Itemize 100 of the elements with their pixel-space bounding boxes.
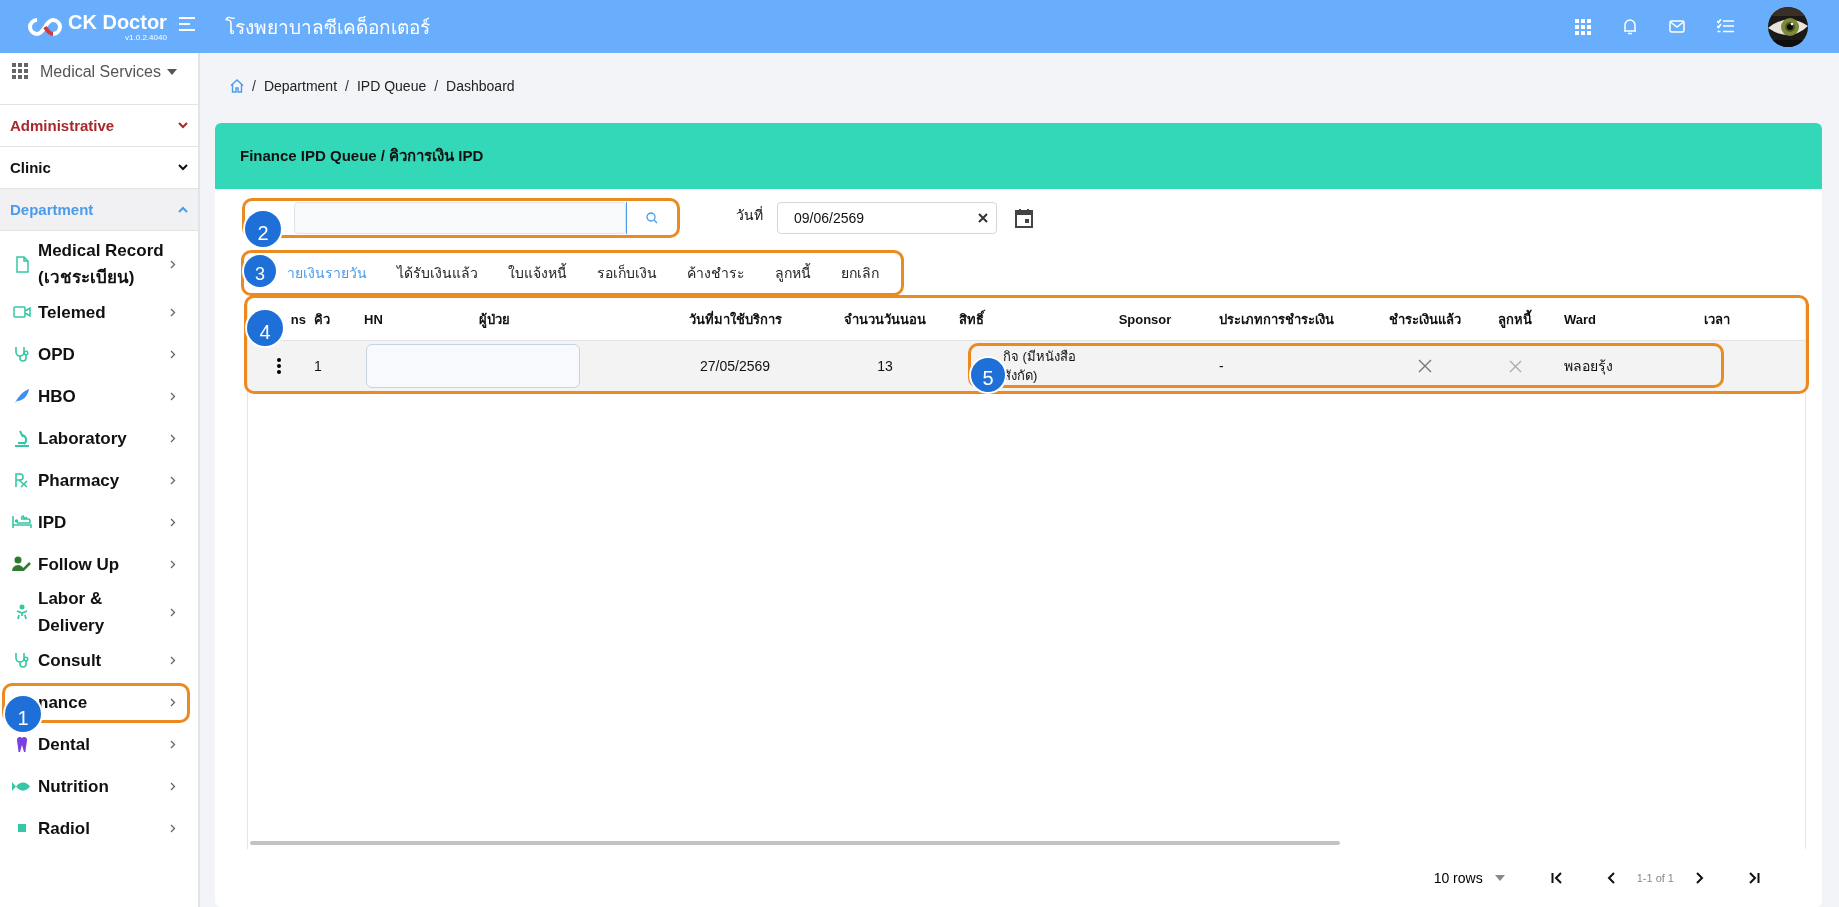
chevron-right-icon [170,739,176,749]
chevron-up-icon [178,206,188,213]
fish-icon [12,780,32,792]
stethoscope-icon [14,346,30,362]
breadcrumb-link[interactable]: Dashboard [446,78,515,94]
next-page-icon[interactable] [1696,872,1704,884]
menu-item[interactable]: Follow Up [38,550,164,578]
chevron-right-icon [170,697,176,707]
chevron-right-icon [170,307,176,317]
table-cell-text: 27/05/2569 [698,358,772,374]
checklist-icon[interactable] [1717,19,1734,34]
breadcrumb-separator: / [345,78,349,94]
breadcrumb-link[interactable]: IPD Queue [356,78,427,94]
column-header: ลูกหนี้ [1497,308,1533,330]
search-icon [645,212,658,224]
video-camera-icon [13,306,31,318]
table-cell-text: - [1218,358,1225,374]
apps-icon[interactable] [1575,18,1591,35]
chevron-down-icon [178,164,188,171]
chevron-right-icon [170,475,176,485]
column-header: ผู้ป่วย [478,310,511,330]
tab[interactable]: ได้รับเงินแล้ว [382,258,493,288]
prescription-icon [15,472,29,488]
section-label: Department [10,201,94,218]
scrollbar[interactable] [250,841,1340,845]
chevron-right-icon [170,391,176,401]
logo-icon [28,15,62,38]
callout-badge: 4 [247,310,283,346]
chevron-right-icon [170,655,176,665]
menu-item[interactable]: nance [38,688,164,716]
breadcrumb-separator: / [434,78,439,94]
callout-badge: 3 [244,255,276,287]
menu-item[interactable]: OPD [38,340,164,368]
menu-item[interactable]: HBO [38,382,164,410]
page-range: 1-1 of 1 [1636,872,1674,884]
search-field[interactable] [294,202,626,234]
date-field[interactable]: 09/06/2569 [777,202,997,234]
home-icon[interactable] [230,79,244,93]
date-label: วันที่ [736,205,763,225]
column-header: จำนวนวันนอน [843,310,927,329]
baby-icon [16,604,28,620]
microscope-icon [14,429,30,447]
tab[interactable]: ยกเลิก [826,258,894,288]
section-label: Clinic [10,159,51,176]
menu-item[interactable]: Telemed [38,298,164,326]
version-label: v1.0.2.4040 [125,34,167,42]
section-label: Administrative [10,117,115,134]
menu-item[interactable]: Nutrition [38,772,164,800]
tab[interactable]: ใบแจ้งหนี้ [493,258,582,288]
hospital-title: โรงพยาบาลซีเคด็อกเตอร์ [225,15,430,40]
stethoscope-icon [14,652,30,668]
column-header: เวลา [1703,310,1731,329]
card-title: Finance IPD Queue / คิวการเงิน IPD [240,146,484,166]
menu-icon[interactable] [178,16,197,31]
menu-item[interactable]: IPD [38,508,164,536]
user-edit-icon [12,556,32,572]
document-icon [15,255,29,273]
tab[interactable]: ค้างชำระ [672,258,760,288]
menu-item[interactable]: Dental [38,730,164,758]
column-header: ชำระเงินแล้ว [1388,310,1462,329]
breadcrumb-separator: / [252,78,256,94]
previous-page-icon[interactable] [1606,872,1615,884]
calendar-icon[interactable] [1015,208,1033,228]
chevron-right-icon [170,607,176,617]
column-header: HN [363,311,384,327]
menu-item[interactable]: Labor & Delivery [38,585,164,639]
menu-item[interactable]: Medical Record (เวชระเบียน) [38,237,164,291]
clear-icon[interactable] [978,213,988,223]
brand-name: CK Doctor [68,11,167,33]
callout-badge: 5 [971,358,1005,392]
menu-item[interactable]: Pharmacy [38,466,164,494]
services-dropdown[interactable]: Medical Services [40,63,177,81]
last-page-icon[interactable] [1748,872,1760,884]
more-icon[interactable] [277,358,281,374]
column-header: สิทธิ์ [958,308,986,329]
table-cell-text: พลอยรุ้ง [1563,357,1614,377]
menu-item[interactable]: Laboratory [38,424,164,452]
column-header: Sponsor [1117,311,1173,327]
chevron-right-icon [170,433,176,443]
column-header: คิว [313,310,331,329]
table-cell-text: 13 [876,358,894,374]
tab[interactable]: รอเก็บเงิน [582,258,672,288]
table-cell-text: 1 [313,358,323,374]
column-header: ns [289,311,307,327]
tab[interactable]: ลูกหนี้ [760,258,826,288]
chevron-right-icon [170,823,176,833]
column-header: วันที่มาใช้บริการ [687,309,783,329]
caret-icon [1494,875,1505,881]
menu-item[interactable]: Radiol [38,814,164,842]
first-page-icon[interactable] [1550,872,1563,884]
breadcrumb-link[interactable]: Department [263,78,338,94]
rows-per-page-dropdown[interactable]: 10 rows [1433,870,1505,886]
bell-icon[interactable] [1623,18,1637,35]
menu-item[interactable]: Consult [38,646,164,674]
bed-icon [12,515,32,529]
caret-icon [166,69,177,75]
mail-icon[interactable] [1669,20,1685,33]
callout-badge: 2 [245,211,281,247]
section-header[interactable]: Administrative [0,105,198,147]
feather-icon [14,388,30,404]
